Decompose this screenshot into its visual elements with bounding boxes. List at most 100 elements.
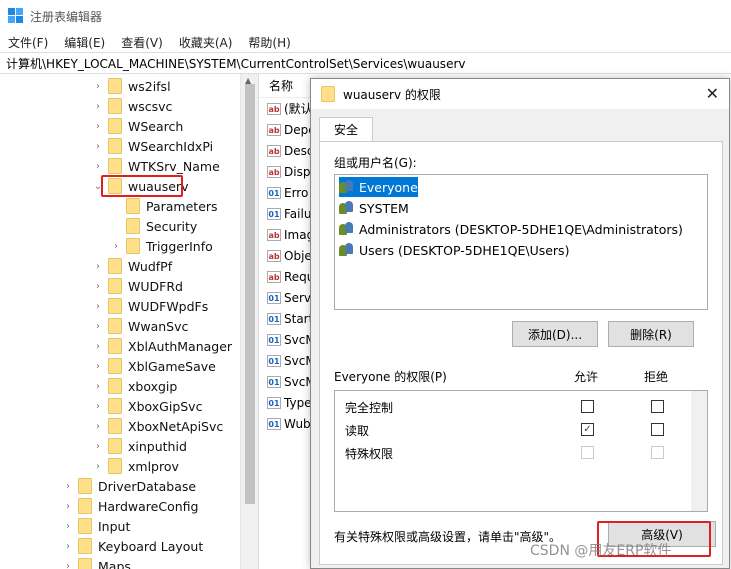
tree-item[interactable]: › wscsvc	[92, 96, 172, 116]
string-value-icon: ab	[267, 165, 281, 178]
tree-item-label: TriggerInfo	[146, 238, 213, 254]
tree-item[interactable]: › Keyboard Layout	[62, 536, 203, 556]
folder-icon	[78, 498, 92, 514]
user-item[interactable]: Administrators (DESKTOP-5DHE1QE\Administ…	[339, 219, 683, 239]
tree-item-label: WSearch	[128, 118, 184, 134]
tab-security[interactable]: 安全	[319, 117, 373, 141]
users-listbox[interactable]: Everyone SYSTEM Administrators (DESKTOP-5D…	[334, 174, 708, 310]
registry-tree: › ws2ifsl › wscsvc › WSearch › WSearchIdxPi › WTK…	[0, 74, 257, 569]
chevron-right-icon[interactable]: ›	[92, 441, 104, 452]
chevron-right-icon[interactable]: ›	[92, 401, 104, 412]
folder-icon	[108, 298, 122, 314]
tree-item-label: XblGameSave	[128, 358, 216, 374]
deny-checkbox[interactable]	[651, 423, 664, 436]
window-title: 注册表编辑器	[30, 9, 103, 24]
chevron-right-icon[interactable]: ›	[92, 461, 104, 472]
tree-item[interactable]: › xboxgip	[92, 376, 177, 396]
tree-item[interactable]: › XblGameSave	[92, 356, 216, 376]
chevron-right-icon[interactable]: ›	[92, 121, 104, 132]
chevron-right-icon[interactable]: ›	[92, 161, 104, 172]
user-item[interactable]: Users (DESKTOP-5DHE1QE\Users)	[339, 240, 569, 260]
folder-icon	[108, 118, 122, 134]
tree-item[interactable]: › Maps	[62, 556, 131, 569]
tree-item[interactable]: › WSearchIdxPi	[92, 136, 213, 156]
tree-item[interactable]: › xinputhid	[92, 436, 187, 456]
menu-favorites[interactable]: 收藏夹(A)	[179, 34, 233, 51]
tree-item[interactable]: › TriggerInfo	[110, 236, 213, 256]
chevron-right-icon[interactable]: ›	[62, 541, 74, 552]
binary-value-icon: 01	[267, 396, 281, 409]
tree-item[interactable]: › XboxGipSvc	[92, 396, 202, 416]
remove-button[interactable]: 删除(R)	[608, 321, 694, 347]
chevron-right-icon[interactable]: ›	[92, 361, 104, 372]
tree-item-label: XboxGipSvc	[128, 398, 203, 414]
tree-item[interactable]: › xmlprov	[92, 456, 179, 476]
chevron-right-icon[interactable]: ›	[92, 381, 104, 392]
tree-item[interactable]: › WwanSvc	[92, 316, 188, 336]
tree-item[interactable]: Parameters	[110, 196, 218, 216]
chevron-right-icon[interactable]: ›	[92, 261, 104, 272]
tree-item[interactable]: › WTKSrv_Name	[92, 156, 220, 176]
user-item[interactable]: SYSTEM	[339, 198, 409, 218]
allow-checkbox	[581, 446, 594, 459]
chevron-right-icon[interactable]: ›	[110, 241, 122, 252]
deny-checkbox[interactable]	[651, 400, 664, 413]
menu-view[interactable]: 查看(V)	[121, 34, 163, 51]
tree-scrollbar[interactable]: ▲	[240, 74, 258, 569]
menu-help[interactable]: 帮助(H)	[248, 34, 290, 51]
chevron-right-icon[interactable]: ›	[92, 281, 104, 292]
value-name: Failu	[284, 206, 312, 221]
menu-file[interactable]: 文件(F)	[8, 34, 48, 51]
folder-icon	[126, 198, 140, 214]
user-name: Everyone	[359, 179, 418, 195]
tree-item[interactable]: › WudfPf	[92, 256, 172, 276]
tree-item[interactable]: › Input	[62, 516, 130, 536]
menu-edit[interactable]: 编辑(E)	[64, 34, 105, 51]
folder-icon	[78, 538, 92, 554]
chevron-right-icon[interactable]: ›	[62, 501, 74, 512]
chevron-right-icon[interactable]: ›	[92, 341, 104, 352]
allow-checkbox[interactable]: ✓	[581, 423, 594, 436]
tree-item[interactable]: › WSearch	[92, 116, 183, 136]
tree-item-label: XblAuthManager	[128, 338, 233, 354]
tree-item[interactable]: › XboxNetApiSvc	[92, 416, 223, 436]
chevron-right-icon[interactable]: ›	[62, 521, 74, 532]
tree-item[interactable]: Security	[110, 216, 197, 236]
chevron-right-icon[interactable]: ›	[92, 141, 104, 152]
binary-value-icon: 01	[267, 417, 281, 430]
tree-item[interactable]: › DriverDatabase	[62, 476, 196, 496]
address-bar[interactable]: 计算机\HKEY_LOCAL_MACHINE\SYSTEM\CurrentCon…	[0, 52, 731, 74]
allow-checkbox[interactable]	[581, 400, 594, 413]
value-name: Obje	[284, 248, 312, 263]
user-group-icon	[339, 222, 355, 236]
tree-item-label: DriverDatabase	[98, 478, 197, 494]
close-icon[interactable]: ✕	[706, 84, 719, 103]
tree-item[interactable]: › XblAuthManager	[92, 336, 232, 356]
folder-icon	[108, 318, 122, 334]
tree-item[interactable]: › WUDFWpdFs	[92, 296, 208, 316]
user-group-icon	[339, 180, 355, 194]
scroll-thumb[interactable]	[245, 84, 255, 504]
deny-checkbox	[651, 446, 664, 459]
tree-item[interactable]: › ws2ifsl	[92, 76, 171, 96]
folder-icon	[108, 78, 122, 94]
chevron-right-icon[interactable]: ›	[62, 561, 74, 569]
user-item[interactable]: Everyone	[339, 177, 418, 197]
chevron-right-icon[interactable]: ›	[62, 481, 74, 492]
chevron-right-icon[interactable]: ›	[92, 321, 104, 332]
chevron-right-icon[interactable]: ›	[92, 421, 104, 432]
add-button[interactable]: 添加(D)...	[512, 321, 598, 347]
chevron-right-icon[interactable]: ›	[92, 301, 104, 312]
tree-item[interactable]: › WUDFRd	[92, 276, 183, 296]
title-bar: 注册表编辑器	[0, 0, 731, 32]
folder-icon	[108, 458, 122, 474]
chevron-right-icon[interactable]: ›	[92, 81, 104, 92]
folder-icon	[108, 98, 122, 114]
permissions-table: 完全控制 读取 ✓ 特殊权限	[334, 390, 708, 512]
string-value-icon: ab	[267, 144, 281, 157]
chevron-right-icon[interactable]: ›	[92, 101, 104, 112]
tree-item[interactable]: › HardwareConfig	[62, 496, 198, 516]
security-panel: 组或用户名(G): Everyone SYSTEM Administrators (…	[319, 141, 723, 565]
user-group-icon	[339, 243, 355, 257]
value-name: Wub	[284, 416, 311, 431]
